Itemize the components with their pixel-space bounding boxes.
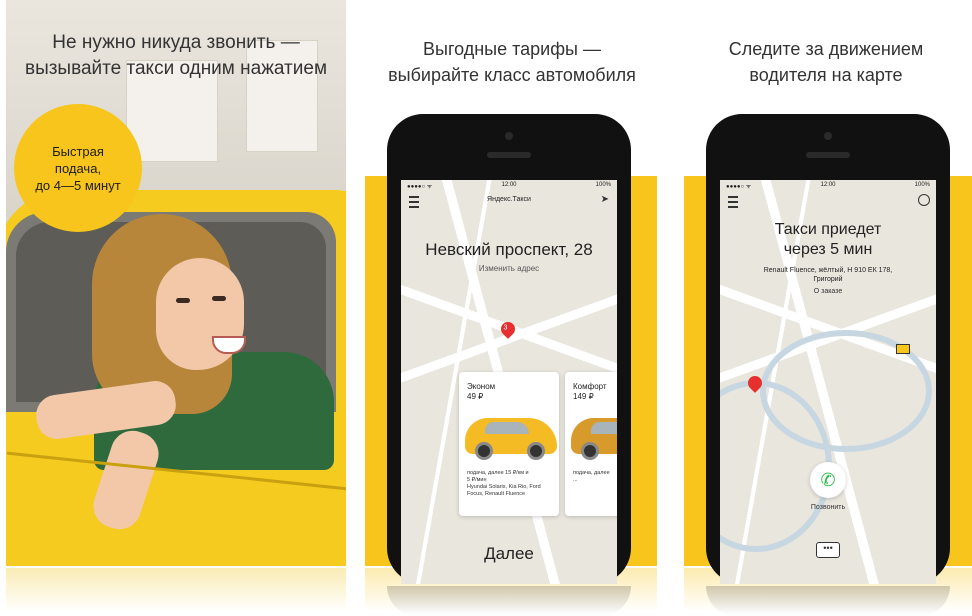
tariff-info: подача, далее 15 ₽/км и 5 ₽/мин Hyundai … bbox=[467, 470, 541, 497]
tariff-price: 149 ₽ bbox=[573, 392, 594, 401]
app-title: Яндекс.Такси bbox=[487, 196, 531, 203]
tracking-screen: ●●●●○ ᯤ 12:00 100% Такси приедет через 5… bbox=[720, 180, 936, 584]
tariff-info: подача, далее ... bbox=[573, 470, 610, 483]
battery-level: 100% bbox=[595, 182, 611, 188]
profile-icon[interactable] bbox=[918, 194, 930, 206]
location-arrow-icon[interactable]: ➤ bbox=[601, 194, 609, 205]
wheel bbox=[527, 442, 545, 460]
menu-icon[interactable] bbox=[728, 196, 738, 208]
call-button[interactable]: ✆ bbox=[810, 462, 846, 498]
caption-1: Не нужно никуда звонить — вызывайте такс… bbox=[24, 32, 328, 79]
caption-3: Следите за движением водителя на карте bbox=[728, 39, 924, 85]
promo-panel-1: Не нужно никуда звонить — вызывайте такс… bbox=[0, 0, 352, 612]
eta-text: Такси приедет через 5 мин bbox=[774, 221, 882, 258]
status-bar: ●●●●○ ᯤ 12:00 100% bbox=[401, 180, 617, 192]
eye bbox=[176, 298, 190, 303]
tariff-name: Комфорт bbox=[573, 382, 607, 391]
tariff-screen: ●●●●○ ᯤ 12:00 100% Яндекс.Такси ➤ Невски… bbox=[401, 180, 617, 584]
car-window bbox=[485, 422, 529, 434]
call-label: Позвонить bbox=[810, 504, 846, 511]
badge-text: Быстрая подача, до 4—5 минут bbox=[35, 143, 121, 193]
tariff-card-economy[interactable]: Эконом 49 ₽ подача, далее 15 ₽/км и 5 ₽/… bbox=[459, 372, 559, 516]
car-window bbox=[591, 422, 617, 434]
eye bbox=[212, 296, 226, 301]
about-order-link[interactable]: О заказе bbox=[720, 288, 936, 295]
wheel bbox=[581, 442, 599, 460]
promo-panel-2: Выгодные тарифы — выбирайте класс автомо… bbox=[357, 0, 667, 616]
camera bbox=[505, 132, 513, 140]
pickup-address[interactable]: Невский проспект, 28 bbox=[401, 240, 617, 260]
tariff-name: Эконом bbox=[467, 382, 496, 391]
fast-pickup-badge: Быстрая подача, до 4—5 минут bbox=[14, 104, 142, 232]
status-time: 12:00 bbox=[501, 182, 517, 188]
pin-label: 3 bbox=[503, 324, 508, 332]
taxi-car-icon bbox=[465, 418, 557, 460]
tariff-price: 49 ₽ bbox=[467, 392, 484, 401]
phone-mockup: ●●●●○ ᯤ 12:00 100% Яндекс.Такси ➤ Невски… bbox=[387, 114, 631, 584]
camera bbox=[824, 132, 832, 140]
caption-2: Выгодные тарифы — выбирайте класс автомо… bbox=[388, 39, 636, 85]
wheel bbox=[475, 442, 493, 460]
status-bar: ●●●●○ ᯤ 12:00 100% bbox=[720, 180, 936, 192]
woman-in-taxi-photo bbox=[6, 0, 346, 566]
taxi-icon bbox=[896, 344, 910, 354]
status-time: 12:00 bbox=[820, 182, 836, 188]
phone-mockup: ●●●●○ ᯤ 12:00 100% Такси приедет через 5… bbox=[706, 114, 950, 584]
photo-reflection bbox=[6, 568, 346, 612]
next-button[interactable]: Далее bbox=[401, 544, 617, 564]
promo-panel-3: Следите за движением водителя на карте ●… bbox=[680, 0, 972, 616]
car-info: Renault Fluence, жёлтый, Н 910 ЕК 178, Г… bbox=[763, 267, 893, 283]
speaker bbox=[806, 152, 850, 158]
taxi-car-icon bbox=[571, 418, 617, 460]
change-address-link[interactable]: Изменить адрес bbox=[401, 264, 617, 273]
more-icon[interactable]: ••• bbox=[816, 542, 840, 558]
phone-icon: ✆ bbox=[820, 469, 836, 490]
speaker bbox=[487, 152, 531, 158]
tariff-card-comfort[interactable]: Комфорт 149 ₽ подача, далее ... bbox=[565, 372, 617, 516]
battery-level: 100% bbox=[914, 182, 930, 188]
